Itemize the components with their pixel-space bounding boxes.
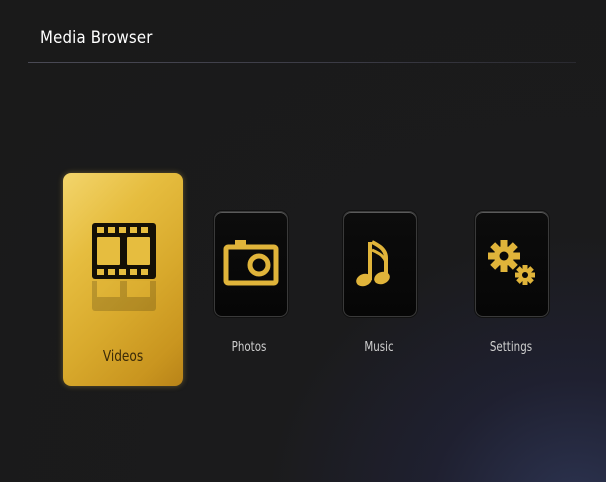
page-title: Media Browser <box>40 28 153 48</box>
menu-item-music-label: Music <box>364 340 394 355</box>
film-strip-icon <box>92 223 156 279</box>
gears-icon <box>488 240 535 285</box>
music-note-icon <box>356 240 390 287</box>
menu-item-videos[interactable]: Videos <box>63 173 183 386</box>
menu-item-music[interactable] <box>343 211 417 317</box>
film-strip-reflection <box>92 281 156 311</box>
header-divider <box>28 62 576 63</box>
menu-item-settings-label: Settings <box>489 340 533 355</box>
menu-item-videos-label: Videos <box>102 347 144 365</box>
menu-item-settings[interactable] <box>475 211 549 317</box>
camera-icon <box>223 240 279 286</box>
media-browser-app: Media Browser Videos Photos Music Settin… <box>0 0 606 482</box>
menu-item-photos-label: Photos <box>231 340 267 355</box>
menu-item-photos[interactable] <box>214 211 288 317</box>
